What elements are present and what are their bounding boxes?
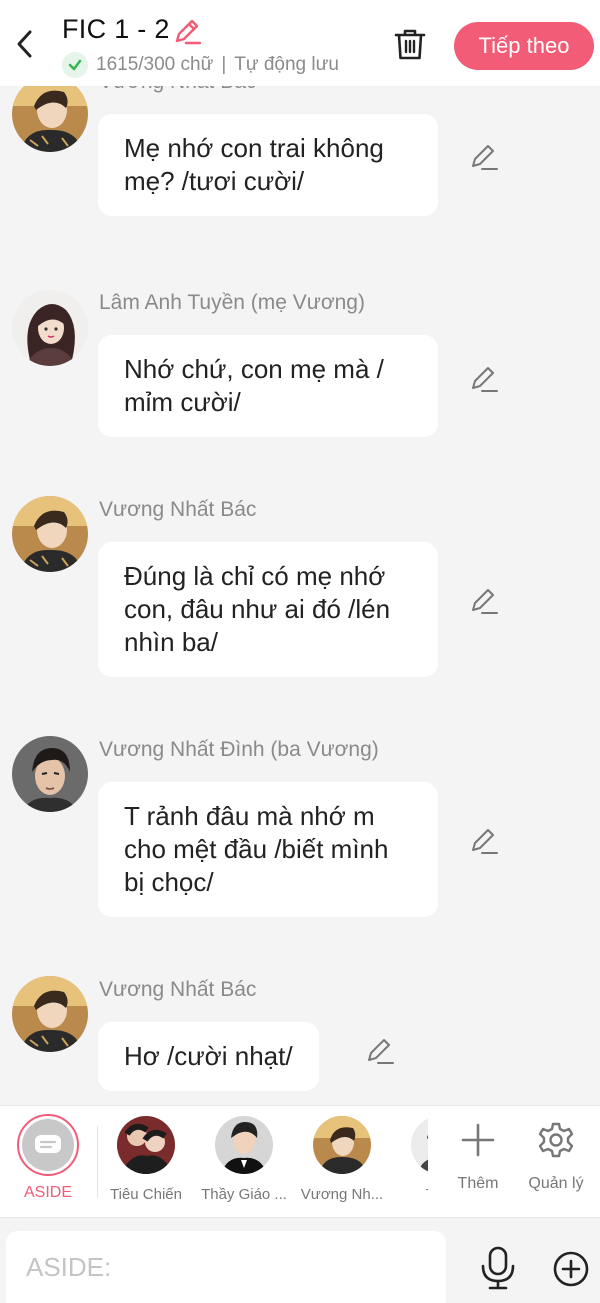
save-status: 1615/300 chữ | Tự động lưu xyxy=(62,52,339,78)
manage-button[interactable]: Quản lý xyxy=(521,1120,591,1193)
message-bubble[interactable]: Hơ /cười nhạt/ xyxy=(98,1022,319,1091)
chat-area[interactable]: Vương Nhất Bác Mẹ nhớ con trai không mẹ?… xyxy=(0,86,600,1105)
trash-icon xyxy=(394,29,426,60)
story-title: FIC 1 - 2 xyxy=(62,14,170,44)
message-input[interactable] xyxy=(6,1231,446,1303)
check-icon xyxy=(62,52,88,78)
add-character-button[interactable]: Thêm xyxy=(443,1120,513,1193)
message-bubble[interactable]: Nhớ chứ, con mẹ mà / mỉm cười/ xyxy=(98,335,438,437)
message-bubble[interactable]: T rảnh đâu mà nhớ m cho mệt đầu /biết mì… xyxy=(98,782,438,917)
edit-message-icon[interactable] xyxy=(468,142,500,174)
character-item[interactable]: Vương Nh... xyxy=(294,1116,390,1203)
add-content-button[interactable] xyxy=(552,1250,590,1288)
top-bar: FIC 1 - 2 1615/300 chữ | Tự động lưu Tiế… xyxy=(0,0,600,86)
message-bubble[interactable]: Mẹ nhớ con trai không mẹ? /tươi cười/ xyxy=(98,114,438,216)
avatar[interactable] xyxy=(12,736,88,812)
character-item[interactable]: Tiêu xyxy=(392,1116,428,1203)
chat-bubble-icon xyxy=(22,1119,74,1171)
message-bubble[interactable]: Đúng là chỉ có mẹ nhớ con, đâu như ai đó… xyxy=(98,542,438,677)
delete-button[interactable] xyxy=(392,26,428,62)
edit-message-icon[interactable] xyxy=(364,1036,396,1068)
edit-message-icon[interactable] xyxy=(468,586,500,618)
message-text: T rảnh đâu mà nhớ m cho mệt đầu /biết mì… xyxy=(124,801,389,897)
edit-title-icon[interactable] xyxy=(172,16,202,46)
speaker-name: Vương Nhất Bác xyxy=(99,978,257,1001)
avatar xyxy=(117,1116,175,1174)
edit-message-icon[interactable] xyxy=(468,364,500,396)
status-separator: | xyxy=(221,54,227,75)
avatar[interactable] xyxy=(12,290,88,366)
chevron-left-icon xyxy=(17,30,32,58)
character-label: Vương Nh... xyxy=(300,1186,384,1203)
character-label: Tiêu Chiến xyxy=(110,1186,182,1203)
speaker-name: Lâm Anh Tuyền (mẹ Vương) xyxy=(99,291,365,314)
plus-icon xyxy=(461,1123,495,1157)
avatar[interactable] xyxy=(12,976,88,1052)
message-text: Mẹ nhớ con trai không mẹ? /tươi cười/ xyxy=(124,133,384,196)
input-bar xyxy=(0,1218,600,1303)
character-label: Thầy Giáo ... xyxy=(201,1186,287,1203)
voice-button[interactable] xyxy=(478,1246,518,1290)
speaker-name: Vương Nhất Đình (ba Vương) xyxy=(99,738,379,761)
next-button[interactable]: Tiếp theo xyxy=(454,22,594,70)
character-item[interactable]: Thầy Giáo ... xyxy=(196,1116,292,1203)
plus-circle-icon xyxy=(553,1251,589,1287)
avatar[interactable] xyxy=(12,496,88,572)
avatar xyxy=(215,1116,273,1174)
back-button[interactable] xyxy=(10,24,40,64)
avatar[interactable] xyxy=(12,86,88,152)
character-label: Tiêu xyxy=(392,1186,428,1203)
edit-message-icon[interactable] xyxy=(468,826,500,858)
autosave-label: Tự động lưu xyxy=(234,54,339,75)
message-text: Nhớ chứ, con mẹ mà / mỉm cười/ xyxy=(124,354,384,417)
aside-circle xyxy=(17,1114,79,1176)
microphone-icon xyxy=(481,1246,515,1290)
character-list[interactable]: Tiêu Chiến Thầy Giáo ... Vương Nh... Tiê… xyxy=(98,1106,428,1219)
character-item[interactable]: Tiêu Chiến xyxy=(98,1116,194,1203)
aside-selector[interactable]: ASIDE xyxy=(14,1114,82,1202)
message-text: Hơ /cười nhạt/ xyxy=(124,1041,293,1071)
manage-label: Quản lý xyxy=(528,1175,584,1192)
speaker-name: Vương Nhất Bác xyxy=(99,498,257,521)
speaker-name: Vương Nhất Bác xyxy=(99,86,256,94)
avatar xyxy=(313,1116,371,1174)
gear-icon xyxy=(538,1122,574,1158)
word-count: 1615/300 chữ xyxy=(96,54,214,75)
message-text: Đúng là chỉ có mẹ nhớ con, đâu như ai đó… xyxy=(124,561,391,657)
avatar xyxy=(411,1116,428,1174)
character-bar: ASIDE Tiêu Chiến Thầy Giáo ... Vương Nh.… xyxy=(0,1105,600,1218)
add-label: Thêm xyxy=(457,1175,499,1192)
aside-label: ASIDE xyxy=(23,1184,72,1201)
